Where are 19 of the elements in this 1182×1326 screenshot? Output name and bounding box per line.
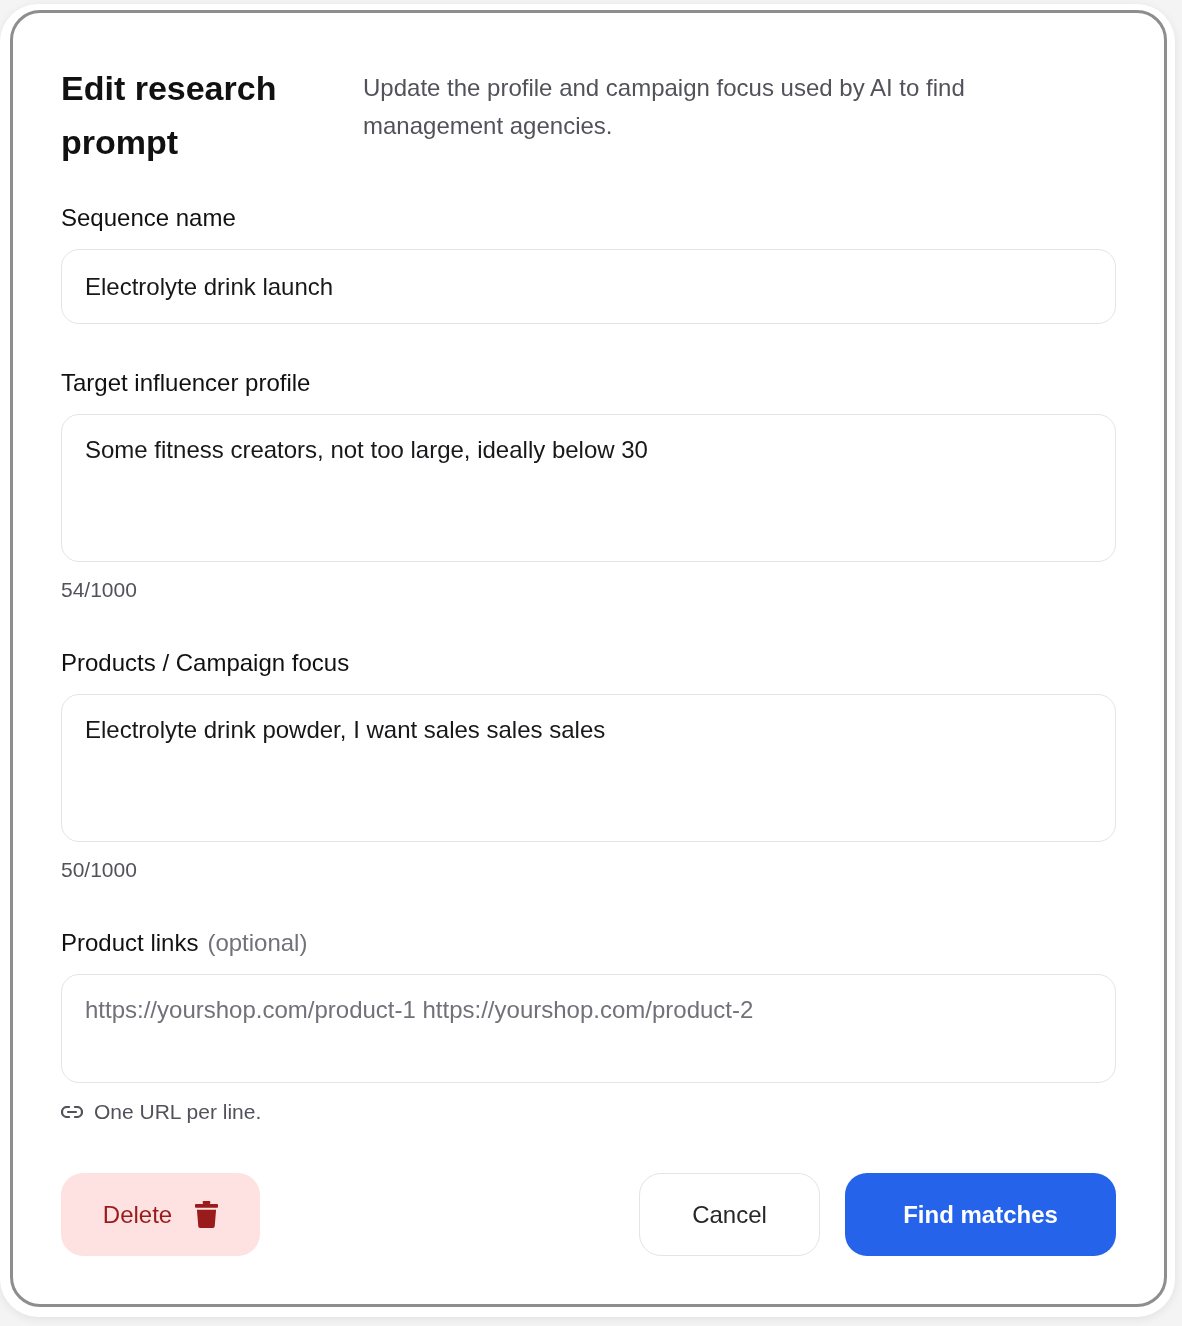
text-area[interactable]: Some fitness creators, not too large, ideally below 30 xyxy=(61,414,1116,562)
field-label: Target influencer profile xyxy=(61,368,311,398)
character-count: 50/1000 xyxy=(61,857,137,883)
hint-text: One URL per line. xyxy=(94,1099,262,1125)
link-icon xyxy=(61,1106,83,1118)
dialog-title: Edit research prompt xyxy=(61,68,278,163)
field-label: Product links xyxy=(61,928,199,958)
optional-note: (optional) xyxy=(207,928,308,958)
trash-icon xyxy=(195,1201,219,1228)
links-textarea[interactable]: https://yourshop.com/product-1 https://yourshop.com/product-2 xyxy=(61,974,1116,1083)
field-label: Sequence name xyxy=(61,203,236,233)
text-input[interactable]: Electrolyte drink launch xyxy=(61,249,1116,324)
dialog-description: Update the profile and campaign focus used by AI to find management agencies. xyxy=(363,73,966,141)
find-matches-button[interactable]: Find matches xyxy=(845,1173,1116,1256)
delete-button[interactable]: Delete xyxy=(61,1173,260,1256)
text-area[interactable]: Electrolyte drink powder, I want sales sales sales xyxy=(61,694,1116,842)
cancel-button[interactable]: Cancel xyxy=(639,1173,820,1256)
field-label: Products / Campaign focus xyxy=(61,648,350,678)
character-count: 54/1000 xyxy=(61,577,137,603)
